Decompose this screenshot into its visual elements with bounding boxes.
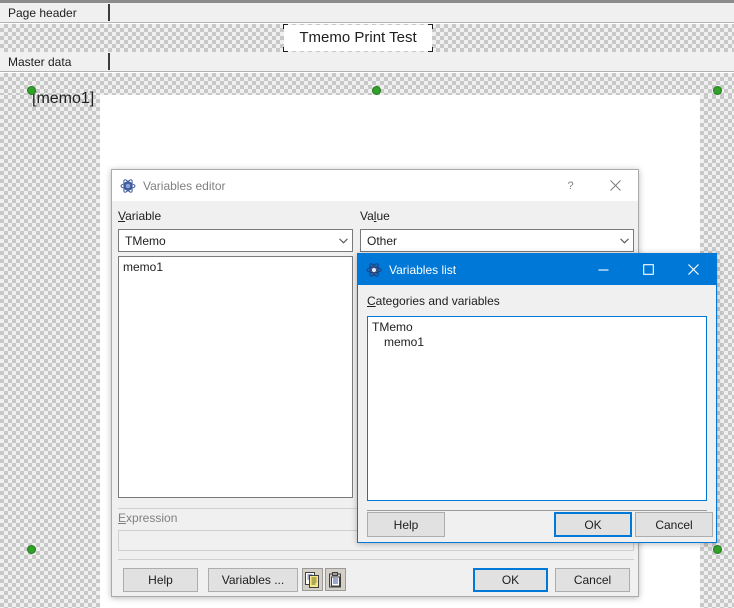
variables-list-dialog[interactable]: Variables list Categories and variables …	[357, 253, 717, 543]
selection-handle-bottom-left[interactable]	[27, 545, 36, 554]
variable-combo-value: TMemo	[125, 233, 166, 248]
app-icon	[366, 262, 382, 278]
band-divider-page-header	[108, 4, 110, 21]
band-header-page-header[interactable]: Page header	[0, 3, 734, 23]
categories-label: Categories and variables	[367, 294, 500, 308]
selection-corner-top-right	[428, 24, 433, 29]
band-header-master-data[interactable]: Master data	[0, 52, 734, 72]
ok-button-label: OK	[501, 573, 520, 587]
value-label: Value	[360, 209, 390, 223]
variables-button-label: Variables ...	[221, 573, 285, 587]
chevron-down-icon	[616, 237, 633, 244]
ok-button-label: OK	[584, 517, 602, 532]
minimize-icon[interactable]	[581, 255, 626, 284]
help-button[interactable]: ?	[548, 171, 593, 200]
band-area-master-data-gutter[interactable]	[0, 95, 100, 608]
variables-editor-title: Variables editor	[143, 178, 226, 193]
close-icon[interactable]	[671, 255, 716, 284]
list-item[interactable]: memo1	[123, 260, 348, 275]
variable-label-rest: ariable	[125, 209, 162, 223]
variables-editor-titlebar[interactable]: Variables editor ?	[112, 170, 638, 201]
help-button[interactable]: Help	[123, 568, 198, 592]
value-combo-value: Other	[367, 233, 398, 248]
categories-listbox[interactable]: TMemo memo1	[367, 316, 707, 501]
variable-combo[interactable]: TMemo	[118, 229, 353, 252]
list-item[interactable]: TMemo	[372, 320, 702, 335]
variables-listbox[interactable]: memo1	[118, 256, 353, 498]
value-combo[interactable]: Other	[360, 229, 634, 252]
help-button-label: Help	[393, 517, 419, 532]
selection-handle-bottom-right[interactable]	[713, 545, 722, 554]
variables-list-titlebar[interactable]: Variables list	[358, 254, 716, 285]
copy-icon[interactable]	[302, 568, 323, 591]
maximize-icon[interactable]	[626, 255, 671, 284]
report-object-memo1[interactable]: [memo1]	[32, 90, 94, 108]
app-icon	[120, 178, 136, 194]
close-icon[interactable]	[593, 171, 638, 200]
report-object-memo1-text: [memo1]	[32, 90, 95, 107]
band-label-page-header: Page header	[8, 6, 77, 20]
report-object-title-text: Tmemo Print Test	[299, 29, 417, 46]
selection-handle-top-right[interactable]	[713, 86, 722, 95]
selection-handle-top-left[interactable]	[27, 86, 36, 95]
selection-corner-top-left	[283, 24, 288, 29]
list-item[interactable]: memo1	[372, 335, 702, 350]
help-button-label: Help	[148, 573, 173, 587]
footer-divider	[367, 510, 707, 511]
cancel-button[interactable]: Cancel	[555, 568, 630, 592]
ok-button[interactable]: OK	[473, 568, 548, 592]
help-button[interactable]: Help	[367, 512, 445, 537]
chevron-down-icon	[335, 237, 352, 244]
footer-divider	[118, 559, 634, 560]
cancel-button-label: Cancel	[573, 573, 612, 587]
svg-text:?: ?	[567, 180, 573, 191]
variables-button[interactable]: Variables ...	[208, 568, 298, 592]
variable-label: Variable	[118, 209, 162, 223]
ok-button[interactable]: OK	[554, 512, 632, 537]
expression-label: Expression	[118, 511, 178, 525]
band-label-master-data: Master data	[8, 55, 72, 69]
band-divider-master-data	[108, 53, 110, 70]
report-object-title[interactable]: Tmemo Print Test	[283, 24, 433, 52]
band-area-master-data-top[interactable]	[0, 73, 734, 95]
cancel-button-label: Cancel	[655, 517, 693, 532]
variables-list-title: Variables list	[389, 262, 457, 277]
selection-handle-top-center[interactable]	[372, 86, 381, 95]
paste-icon[interactable]	[325, 568, 346, 591]
cancel-button[interactable]: Cancel	[635, 512, 713, 537]
